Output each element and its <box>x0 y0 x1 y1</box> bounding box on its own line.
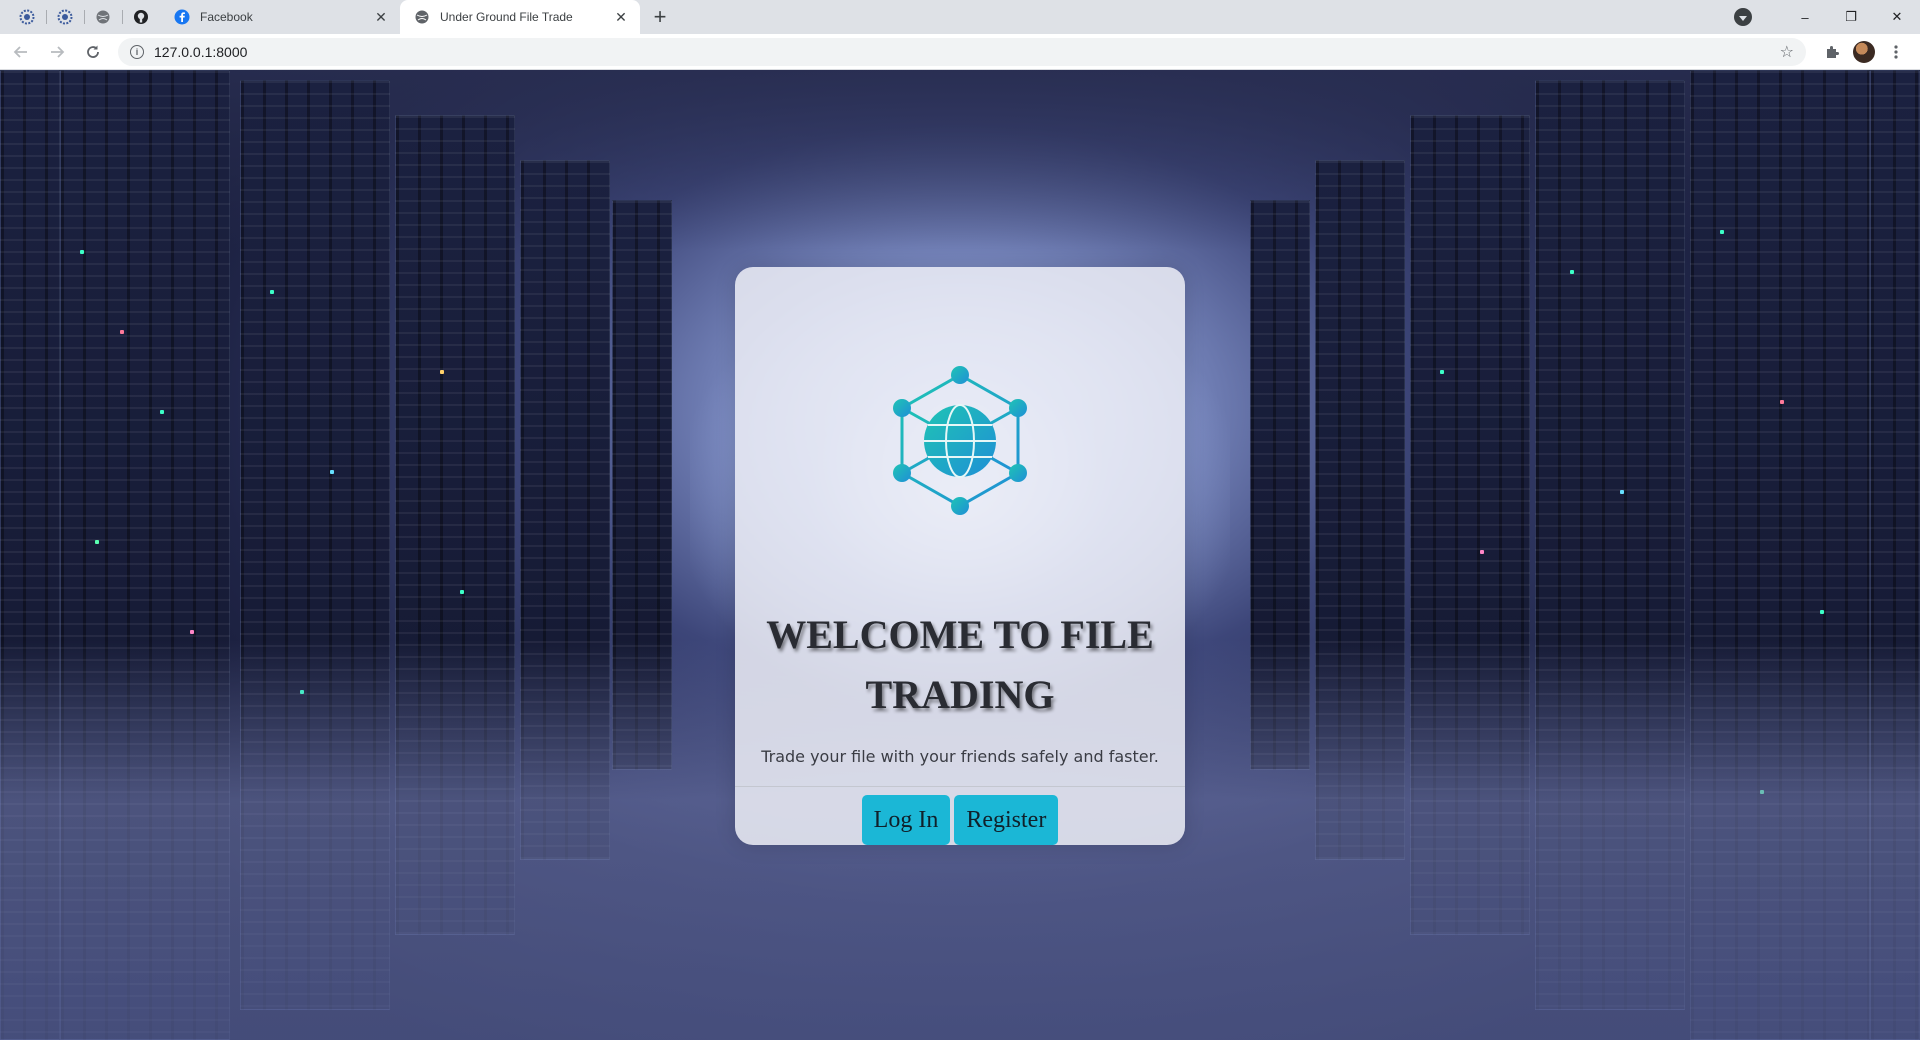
reload-icon <box>87 45 99 58</box>
back-button[interactable] <box>6 37 36 67</box>
tab-title: Under Ground File Trade <box>440 10 573 24</box>
pinned-tabs <box>0 0 160 34</box>
address-bar[interactable]: i 127.0.0.1:8000 ☆ <box>118 37 1806 66</box>
github-icon <box>134 10 148 24</box>
extensions-button[interactable] <box>1816 37 1848 67</box>
login-button[interactable]: Log In <box>861 795 951 845</box>
globe-icon <box>415 10 429 24</box>
maximize-button[interactable]: ❐ <box>1828 0 1874 34</box>
tab-under-ground-file-trade[interactable]: Under Ground File Trade ✕ <box>400 0 640 34</box>
close-window-button[interactable]: ✕ <box>1874 0 1920 34</box>
arrow-right-icon <box>51 45 65 58</box>
facebook-icon <box>174 9 190 25</box>
settings-icon <box>19 9 35 25</box>
address-url[interactable]: 127.0.0.1:8000 <box>154 44 1780 60</box>
tab-strip: Facebook ✕ Under Ground File Trade ✕ + –… <box>0 0 1920 34</box>
register-button[interactable]: Register <box>954 795 1059 845</box>
welcome-card: WELCOME TO FILE TRADING Trade your file … <box>735 267 1185 845</box>
page-title: WELCOME TO FILE TRADING <box>766 612 1154 717</box>
bookmark-star-icon[interactable]: ☆ <box>1780 42 1794 62</box>
divider <box>735 786 1185 787</box>
settings-icon <box>57 9 73 25</box>
window-controls: – ❐ ✕ <box>1734 0 1920 34</box>
puzzle-icon <box>1827 45 1839 58</box>
pinned-tab-4[interactable] <box>122 0 160 34</box>
network-globe-logo <box>893 366 1027 515</box>
new-tab-button[interactable]: + <box>640 0 680 34</box>
auth-buttons: Log In Register <box>861 795 1059 845</box>
pinned-tab-2[interactable] <box>46 0 84 34</box>
globe-icon <box>96 10 110 24</box>
menu-button[interactable] <box>1880 37 1912 67</box>
reload-button[interactable] <box>78 37 108 67</box>
pinned-tab-3[interactable] <box>84 0 122 34</box>
tab-search-icon[interactable] <box>1734 8 1752 26</box>
page-subtitle: Trade your file with your friends safely… <box>761 747 1159 766</box>
site-info-icon[interactable]: i <box>130 44 144 59</box>
arrow-left-icon <box>13 45 27 58</box>
close-tab-icon[interactable]: ✕ <box>372 8 390 26</box>
tab-facebook[interactable]: Facebook ✕ <box>160 0 400 34</box>
minimize-button[interactable]: – <box>1782 0 1828 34</box>
forward-button[interactable] <box>42 37 72 67</box>
tab-title: Facebook <box>200 10 253 24</box>
close-tab-icon[interactable]: ✕ <box>612 8 630 26</box>
more-vert-icon <box>1894 44 1898 59</box>
page-background: WELCOME TO FILE TRADING Trade your file … <box>0 70 1920 1040</box>
profile-button[interactable] <box>1848 37 1880 67</box>
browser-toolbar: i 127.0.0.1:8000 ☆ <box>0 34 1920 70</box>
avatar <box>1853 40 1875 63</box>
pinned-tab-1[interactable] <box>8 0 46 34</box>
